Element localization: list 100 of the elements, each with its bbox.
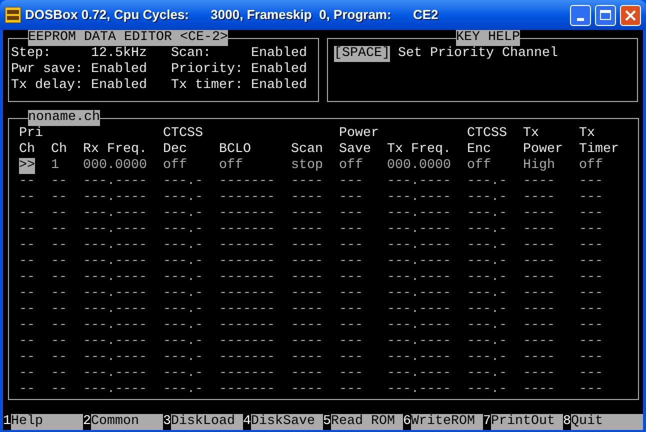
table-cell: ---.-: [467, 318, 507, 334]
priority-marker: --: [19, 270, 35, 286]
table-cell: ---: [579, 334, 603, 350]
table-cell: ---: [579, 318, 603, 334]
setting-label: Priority:: [171, 62, 244, 78]
table-cell: ----: [291, 318, 323, 334]
maximize-button[interactable]: [595, 4, 616, 26]
table-cell: ----: [523, 206, 555, 222]
table-cell: ---.----: [83, 206, 147, 222]
table-cell: ---.-: [163, 286, 203, 302]
table-cell: ---.-: [467, 334, 507, 350]
setting-label: Pwr save:: [11, 62, 84, 78]
table-cell: -------: [219, 318, 275, 334]
key-label: [SPACE]: [334, 46, 390, 62]
table-cell: ---: [579, 366, 603, 382]
table-cell: ---.-: [163, 190, 203, 206]
priority-marker: --: [19, 318, 35, 334]
table-cell: ---.-: [163, 174, 203, 190]
column-header: CTCSS Dec: [163, 126, 204, 158]
table-cell: --: [51, 318, 67, 334]
table-cell: ----: [523, 302, 555, 318]
table-cell: -------: [219, 254, 275, 270]
table-cell: ---.-: [163, 222, 203, 238]
table-cell: ---.----: [387, 174, 451, 190]
table-cell: ----: [523, 174, 555, 190]
panel-title: EEPROM DATA EDITOR <CE-2>: [28, 30, 228, 46]
table-cell: ----: [291, 350, 323, 366]
close-icon: [625, 10, 636, 20]
table-cell: ---.----: [387, 318, 451, 334]
table-cell: ---.-: [467, 254, 507, 270]
table-cell: ---.-: [163, 318, 203, 334]
table-cell: ---.-: [163, 366, 203, 382]
table-cell: ---.-: [467, 366, 507, 382]
table-cell: ----: [523, 254, 555, 270]
table-cell: ----: [523, 286, 555, 302]
column-header: Tx Freq.: [387, 141, 452, 158]
table-cell: -------: [219, 270, 275, 286]
table-cell: 000.0000: [387, 158, 451, 174]
priority-marker: --: [19, 302, 35, 318]
table-cell: ----: [523, 350, 555, 366]
table-cell: -------: [219, 334, 275, 350]
table-cell: -------: [219, 302, 275, 318]
table-cell: ---.----: [387, 366, 451, 382]
table-cell: ---.----: [387, 254, 451, 270]
table-cell: 1: [51, 158, 59, 174]
setting-label: Scan:: [171, 46, 212, 62]
table-cell: ---.----: [387, 350, 451, 366]
file-name: noname.ch: [28, 110, 100, 126]
table-cell: ---.-: [467, 286, 507, 302]
table-cell: ---: [339, 302, 363, 318]
table-cell: ---: [579, 190, 603, 206]
table-cell: -------: [219, 238, 275, 254]
table-cell: ---: [579, 254, 603, 270]
table-cell: ---: [579, 222, 603, 238]
table-cell: ---.-: [467, 190, 507, 206]
table-cell: ----: [291, 286, 323, 302]
table-cell: --: [51, 334, 67, 350]
close-button[interactable]: [620, 4, 641, 26]
table-cell: ---.----: [83, 318, 147, 334]
table-cell: -------: [219, 382, 275, 398]
table-cell: ---.-: [467, 206, 507, 222]
column-header: Power Save: [339, 126, 380, 158]
priority-marker: --: [19, 286, 35, 302]
table-cell: ---.----: [83, 334, 147, 350]
table-cell: ----: [523, 190, 555, 206]
table-cell: ---: [339, 222, 363, 238]
minimize-button[interactable]: [570, 4, 591, 26]
table-cell: ---.----: [387, 382, 451, 398]
table-cell: ---: [579, 382, 603, 398]
table-cell: --: [51, 350, 67, 366]
app-icon: [5, 7, 21, 23]
table-cell: ---.----: [387, 222, 451, 238]
table-cell: --: [51, 302, 67, 318]
setting-value: Enabled: [251, 78, 308, 94]
table-cell: -------: [219, 222, 275, 238]
table-cell: ---.----: [83, 366, 147, 382]
panel-title: KEY HELP: [456, 30, 520, 46]
table-cell: ----: [523, 382, 555, 398]
table-cell: ---.----: [387, 302, 451, 318]
table-cell: ----: [291, 382, 323, 398]
table-cell: ----: [291, 254, 323, 270]
table-cell: off: [219, 158, 243, 174]
column-header: Pri Ch: [19, 126, 44, 158]
table-cell: ----: [523, 366, 555, 382]
table-cell: ---.----: [387, 190, 451, 206]
column-header: Rx Freq.: [83, 141, 148, 158]
table-cell: off: [579, 158, 603, 174]
table-cell: ---.-: [163, 238, 203, 254]
table-cell: ---.-: [467, 222, 507, 238]
table-cell: --: [51, 286, 67, 302]
table-cell: --: [51, 174, 67, 190]
table-cell: ---.-: [163, 302, 203, 318]
priority-marker: >>: [19, 158, 35, 174]
table-cell: ---.----: [83, 286, 147, 302]
table-cell: ----: [291, 270, 323, 286]
priority-marker: --: [19, 174, 35, 190]
table-cell: High: [523, 158, 555, 174]
table-cell: ---.----: [387, 270, 451, 286]
table-cell: ---.----: [387, 206, 451, 222]
setting-label: Tx timer:: [171, 78, 244, 94]
